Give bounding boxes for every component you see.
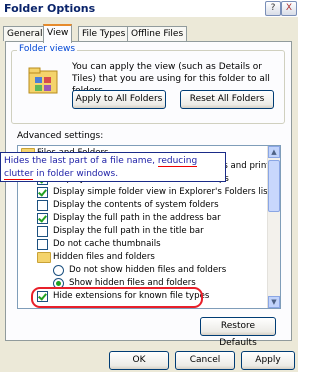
folder-icon — [37, 252, 51, 263]
close-button[interactable]: X — [281, 1, 297, 16]
radio-button[interactable] — [53, 265, 64, 276]
checkbox[interactable] — [37, 239, 48, 250]
scroll-up-icon[interactable]: ▲ — [268, 146, 280, 158]
apply-to-all-folders-button[interactable]: Apply to All Folders — [72, 90, 166, 109]
ok-button[interactable]: OK — [109, 351, 169, 370]
reset-all-folders-button[interactable]: Reset All Folders — [180, 90, 274, 109]
advanced-settings-label: Advanced settings: — [17, 131, 104, 141]
folder-views-label: Folder views — [17, 44, 78, 54]
tooltip-text-end: in folder windows. — [33, 169, 119, 179]
restore-defaults-button[interactable]: Restore Defaults — [200, 317, 276, 348]
tooltip-text-start: Hides the last part of a file name, — [4, 156, 158, 166]
tab-general[interactable]: General — [3, 26, 47, 41]
cancel-button[interactable]: Cancel — [175, 351, 235, 370]
checkbox[interactable] — [37, 213, 48, 224]
window-title: Folder Options — [4, 2, 96, 15]
title-bar: Folder Options ? X — [0, 0, 298, 17]
checkbox[interactable] — [37, 200, 48, 211]
tab-view[interactable]: View — [43, 24, 73, 43]
scroll-thumb[interactable] — [268, 160, 280, 212]
tab-file-types[interactable]: File Types — [78, 26, 130, 41]
checkbox[interactable] — [37, 187, 48, 198]
apply-button[interactable]: Apply — [241, 351, 295, 370]
scroll-down-icon[interactable]: ▼ — [268, 296, 280, 308]
folder-options-dialog: Folder Options ? X General View File Typ… — [0, 0, 298, 372]
help-button[interactable]: ? — [265, 1, 281, 16]
scrollbar[interactable]: ▲ ▼ — [267, 146, 280, 308]
highlight-circle — [31, 287, 203, 308]
folder-views-icon — [28, 67, 58, 94]
tab-offline-files[interactable]: Offline Files — [127, 26, 188, 41]
tooltip: Hides the last part of a file name, redu… — [0, 152, 226, 182]
checkbox[interactable] — [37, 226, 48, 237]
